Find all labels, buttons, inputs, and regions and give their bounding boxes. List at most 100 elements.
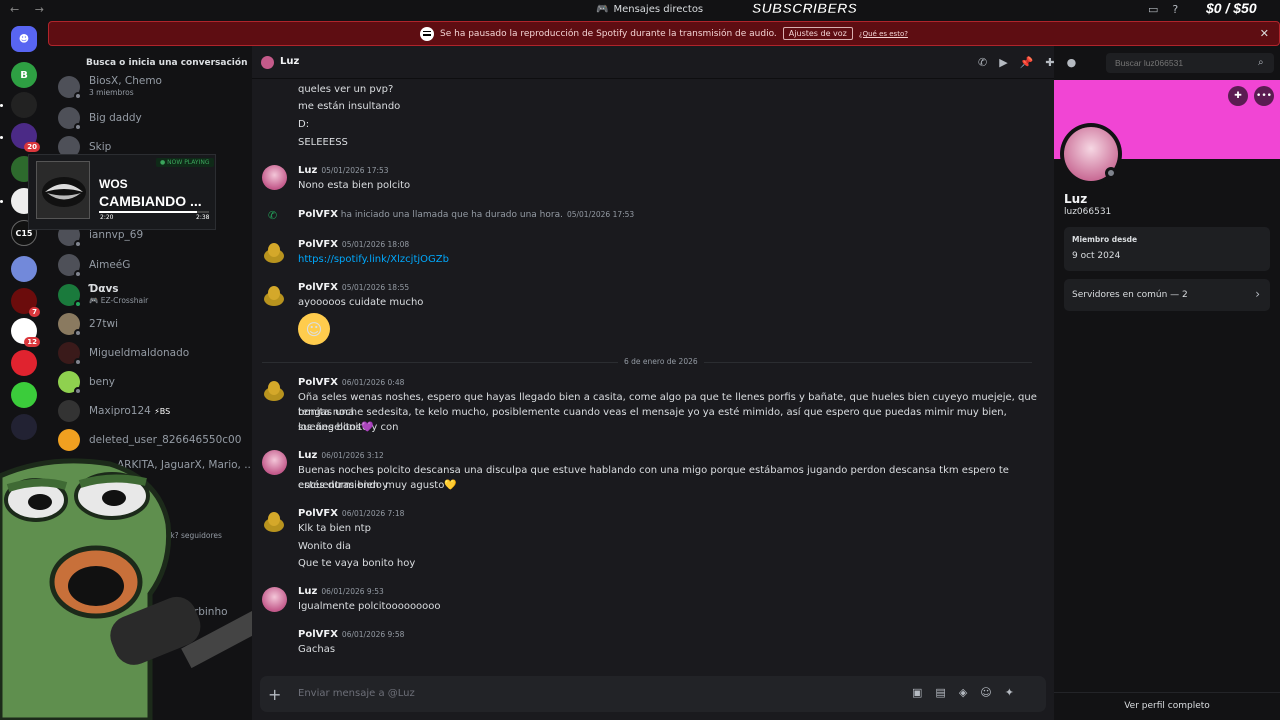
composer-placeholder[interactable]: Enviar mensaje a @Luz [298, 688, 415, 699]
discord-logo-icon: ☻ [18, 33, 30, 45]
message-line: Nono esta bien polcito [298, 180, 411, 191]
avatar[interactable] [262, 240, 287, 265]
dm-item-name: 27twi [89, 318, 118, 330]
stream-goal: $0 / $50 [1206, 0, 1257, 16]
avatar [58, 342, 82, 366]
emoji-icon[interactable]: ☺ [980, 686, 991, 699]
now-playing-overlay: ● NOW PLAYING WOS CAMBIANDO ... 2:20 2:3… [28, 154, 216, 230]
chat-pane: Luz ✆ ▶ 📌 ✚ ● queles ver un pvp? me está… [252, 46, 1076, 720]
message-author[interactable]: PolVFX [298, 209, 338, 220]
server-icon[interactable] [11, 382, 37, 408]
message-author[interactable]: Luz [298, 586, 317, 597]
gift-icon[interactable]: ▣ [912, 686, 922, 699]
avatar [58, 284, 82, 308]
dm-item[interactable]: Ɗαvs 🎮 EZ-Crosshair [58, 282, 248, 308]
inbox-icon[interactable]: ▭ [1148, 3, 1158, 16]
dm-item[interactable]: beny [58, 369, 248, 395]
dm-item-name: Maxipro124 [89, 404, 151, 417]
np-elapsed: 2:20 [100, 214, 114, 221]
message-composer[interactable]: + Enviar mensaje a @Luz ▣ ▤ ◈ ☺ ✦ [260, 676, 1046, 712]
apps-icon[interactable]: ✦ [1005, 686, 1014, 699]
sticker-icon[interactable]: ◈ [959, 686, 967, 699]
view-full-profile-button[interactable]: Ver perfil completo [1054, 692, 1280, 711]
message-time: 05/01/2026 18:55 [341, 283, 410, 292]
mutual-servers-button[interactable]: Servidores en común — 2 › [1064, 279, 1270, 311]
user-profile-icon[interactable]: ● [1067, 56, 1077, 69]
help-icon[interactable]: ? [1172, 3, 1178, 16]
server-icon[interactable]: 20 [11, 123, 40, 152]
avatar[interactable] [262, 587, 287, 612]
message-time: 06/01/2026 7:18 [341, 509, 405, 518]
message-link[interactable]: https://spotify.link/XlzcjtjOGZb [298, 252, 1038, 267]
pin-icon[interactable]: 📌 [1020, 56, 1034, 69]
dm-item-name: Skip [89, 141, 112, 153]
stream-overlay-title: SUBSCRIBERS [752, 0, 858, 16]
message-header: PolVFX 05/01/2026 18:55 [298, 282, 409, 293]
message-author[interactable]: PolVFX [298, 377, 338, 388]
message-author[interactable]: Luz [298, 165, 317, 176]
gif-icon[interactable]: ▤ [935, 686, 945, 699]
server-icon[interactable]: B [11, 62, 37, 88]
mutual-servers-label: Servidores en común — 2 [1072, 290, 1188, 300]
dm-item-sub: 🎮 EZ-Crosshair [89, 296, 149, 305]
dm-item[interactable]: Maxipro124 ⚡BS [58, 398, 248, 424]
server-icon[interactable] [11, 256, 37, 282]
video-icon[interactable]: ▶ [999, 56, 1007, 69]
home-button[interactable]: ☻ [11, 26, 37, 52]
dm-item[interactable]: 27twi [58, 311, 248, 337]
dm-item[interactable]: Big daddy [58, 105, 248, 131]
dm-item[interactable]: BiosX, Chemo 3 miembros [58, 74, 248, 100]
dm-item[interactable]: Migueldmaldonado [58, 340, 248, 366]
composer-icons: ▣ ▤ ◈ ☺ ✦ [912, 686, 1014, 699]
search-input[interactable] [1106, 53, 1274, 73]
message-header: Luz 06/01/2026 9:53 [298, 586, 384, 597]
dm-item[interactable]: deleted_user_826646550c00 [58, 427, 248, 453]
message-line: me están insultando [298, 101, 401, 112]
message-author[interactable]: PolVFX [298, 629, 338, 640]
avatar[interactable] [262, 378, 287, 403]
dm-item[interactable]: AimeéG [58, 252, 248, 278]
np-song: CAMBIANDO ... [99, 193, 202, 209]
server-icon[interactable] [11, 350, 37, 376]
attach-plus-icon[interactable]: + [268, 685, 281, 704]
voice-settings-button[interactable]: Ajustes de voz [782, 27, 853, 40]
close-icon[interactable]: ✕ [1260, 27, 1269, 40]
message-header: Luz 05/01/2026 17:53 [298, 165, 389, 176]
member-since-card: Miembro desde 9 oct 2024 [1064, 227, 1270, 271]
more-options-icon[interactable]: ••• [1254, 86, 1274, 106]
message-line: los angelitos💜 [298, 422, 374, 433]
chat-header: Luz ✆ ▶ 📌 ✚ ● [252, 46, 1076, 79]
add-friend-icon[interactable]: ✚ [1228, 86, 1248, 106]
avatar[interactable] [262, 165, 287, 190]
server-icon[interactable]: 7 [11, 288, 40, 317]
message-time: 06/01/2026 3:12 [321, 451, 384, 460]
discord-icon: 🎮 [596, 4, 609, 15]
message-author[interactable]: PolVFX [298, 508, 338, 519]
message-author[interactable]: Luz [298, 450, 317, 461]
add-friends-icon[interactable]: ✚ [1045, 56, 1054, 69]
server-icon[interactable] [11, 414, 37, 440]
message-line: SELEEESS [298, 137, 348, 148]
server-icon[interactable] [11, 92, 37, 118]
whats-this-link[interactable]: ¿Qué es esto? [859, 30, 908, 38]
spotify-paused-banner: Se ha pausado la reproducción de Spotify… [48, 21, 1280, 46]
avatar[interactable] [262, 283, 287, 308]
avatar[interactable] [262, 450, 287, 475]
find-conversation-button[interactable]: Busca o inicia una conversación [86, 58, 247, 68]
call-system-message: PolVFX ha iniciado una llamada que ha du… [298, 209, 634, 220]
chat-recipient: Luz [280, 56, 300, 67]
dm-item-name: Migueldmaldonado [89, 347, 190, 359]
avatar [58, 371, 82, 395]
profile-panel: ✚ ••• Luz luz066531 Miembro desde 9 oct … [1054, 80, 1280, 720]
message-line: Wonito dia [298, 541, 352, 552]
server-icon[interactable]: 12 [11, 318, 40, 347]
message-author[interactable]: PolVFX [298, 239, 338, 250]
message-line: Igualmente polcitooooooooo [298, 601, 441, 612]
unread-pip [0, 136, 3, 139]
nav-arrows[interactable]: ← → [10, 3, 50, 16]
avatar[interactable] [262, 509, 287, 534]
status-indicator [74, 240, 82, 248]
status-indicator [74, 123, 82, 131]
message-author[interactable]: PolVFX [298, 282, 338, 293]
call-icon[interactable]: ✆ [978, 56, 987, 69]
